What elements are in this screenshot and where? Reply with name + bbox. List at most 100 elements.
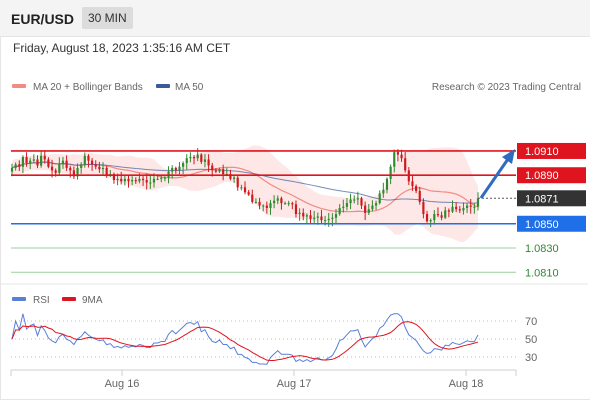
- candle-body: [309, 215, 312, 219]
- candle-body: [462, 207, 465, 211]
- candle-body: [178, 166, 181, 171]
- candle-body: [98, 166, 101, 170]
- candle-body: [174, 167, 177, 171]
- candle-body: [404, 158, 407, 171]
- candle-body: [364, 205, 367, 213]
- level-target: 1.0830: [11, 243, 559, 255]
- candle-body: [465, 205, 469, 208]
- support-label: 1.0850: [525, 219, 559, 231]
- candle-body: [40, 155, 43, 166]
- candle-body: [356, 198, 359, 200]
- x-tick-aug16: Aug 16: [105, 378, 140, 390]
- candle-body: [207, 159, 210, 166]
- candle-body: [141, 178, 145, 181]
- candle-body: [47, 159, 50, 167]
- candle-body: [393, 152, 396, 167]
- candle-body: [32, 159, 35, 161]
- candle-body: [447, 210, 450, 212]
- level-current: 1.0871: [478, 190, 586, 207]
- candle-body: [385, 178, 389, 190]
- ma20-legend-label: MA 20 + Bollinger Bands: [33, 82, 143, 93]
- candle-body: [371, 205, 374, 210]
- rsi-legend-label: RSI: [33, 295, 50, 306]
- candle-body: [436, 214, 440, 216]
- candle-body: [36, 159, 39, 166]
- candle-body: [265, 205, 268, 208]
- ma20-legend-swatch: [12, 84, 26, 88]
- candle-body: [87, 155, 90, 161]
- candle-body: [171, 167, 174, 172]
- candle-body: [58, 164, 61, 173]
- candle-body: [94, 164, 97, 167]
- candle-body: [342, 206, 345, 208]
- candle-body: [353, 199, 356, 201]
- candle-body: [367, 209, 370, 213]
- candle-body: [269, 203, 272, 208]
- ma50-legend-swatch: [156, 84, 170, 88]
- source-credit: Research © 2023 Trading Central: [432, 82, 581, 93]
- candle-body: [65, 160, 68, 168]
- candle-body: [50, 166, 54, 171]
- candle-body: [29, 160, 32, 164]
- rsi-ma-line: [11, 321, 479, 362]
- candle-body: [451, 206, 454, 212]
- target-label: 1.0810: [525, 267, 559, 279]
- candle-body: [138, 178, 141, 182]
- candle-body: [149, 182, 152, 184]
- candle-body: [251, 194, 254, 202]
- candle-body: [374, 203, 378, 206]
- candle-body: [240, 187, 243, 189]
- candle-body: [69, 167, 72, 171]
- candle-body: [440, 215, 443, 218]
- candle-body: [273, 200, 276, 204]
- candle-body: [200, 154, 203, 162]
- candle-body: [287, 203, 290, 205]
- candle-body: [182, 163, 185, 167]
- candle-body: [382, 189, 385, 194]
- candle-body: [389, 166, 392, 179]
- candle: [378, 190, 381, 205]
- candle-body: [163, 177, 166, 179]
- candle-body: [473, 206, 476, 208]
- candle-body: [338, 207, 341, 215]
- rsi-tick-30: 30: [525, 352, 537, 364]
- candle-body: [476, 198, 480, 207]
- candle-body: [185, 158, 188, 164]
- candle-body: [101, 167, 105, 170]
- candle-body: [294, 204, 298, 215]
- candle-body: [80, 164, 83, 168]
- candle-body: [360, 198, 363, 206]
- candle-body: [116, 178, 119, 181]
- candle: [112, 172, 116, 184]
- candle-body: [91, 160, 94, 165]
- candle-body: [61, 160, 65, 165]
- candle-body: [400, 154, 403, 159]
- level-target: 1.0810: [11, 267, 559, 279]
- candle-body: [298, 212, 301, 215]
- candle-body: [218, 169, 221, 172]
- x-tick-aug17: Aug 17: [277, 378, 312, 390]
- candle-body: [43, 155, 46, 160]
- current-price-label: 1.0871: [525, 193, 559, 205]
- candle-body: [222, 169, 225, 175]
- candle-body: [378, 193, 381, 204]
- candle-body: [145, 180, 148, 183]
- price-chart: MA 20 + Bollinger Bands MA 50 Research ©…: [1, 82, 588, 390]
- candle-body: [156, 178, 159, 180]
- candle-body: [152, 178, 156, 183]
- candle-body: [203, 159, 207, 162]
- candle-body: [444, 210, 447, 218]
- candle-body: [455, 206, 458, 210]
- candle-body: [120, 178, 123, 182]
- candle-body: [334, 214, 338, 218]
- candle-body: [425, 214, 429, 222]
- candle-body: [313, 217, 316, 219]
- candle-body: [331, 217, 334, 219]
- candle-body: [418, 191, 421, 202]
- candle-body: [429, 220, 432, 222]
- candle: [236, 176, 239, 191]
- forecast-arrow-line: [479, 158, 510, 199]
- candle-body: [469, 205, 472, 207]
- candle-body: [25, 157, 28, 164]
- candle-body: [345, 203, 349, 207]
